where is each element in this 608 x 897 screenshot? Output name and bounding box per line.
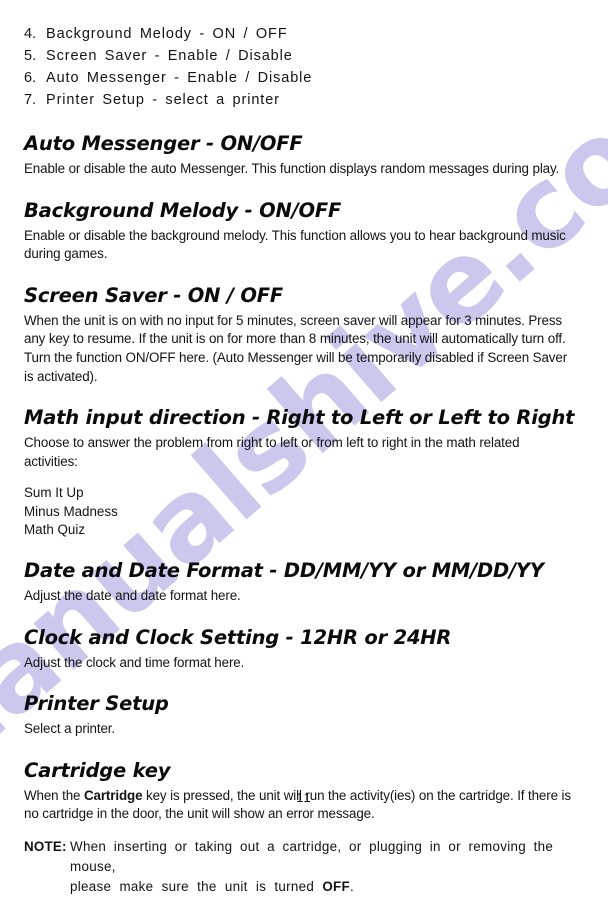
paragraph-clock-setting: Adjust the clock and time format here. xyxy=(24,654,245,670)
paragraph-auto-messenger: Enable or disable the auto Messenger. Th… xyxy=(24,161,560,176)
note-text-before: please make sure the unit is turned xyxy=(70,878,323,894)
heading-math-input-direction: Math input direction - Right to Left or … xyxy=(24,406,575,430)
list-item-number: 5. xyxy=(24,48,37,64)
list-item: Math Quiz xyxy=(24,521,86,537)
list-item: 6. Auto Messenger - Enable / Disable xyxy=(24,68,576,89)
paragraph-date-format: Adjust the date and date format here. xyxy=(24,587,241,603)
note-body: When inserting or taking out a cartridge… xyxy=(70,837,576,897)
heading-screen-saver: Screen Saver - ON / OFF xyxy=(24,283,283,307)
math-activity-list: Sum It Up Minus Madness Math Quiz xyxy=(24,484,576,539)
paragraph-math-input-direction: Choose to answer the problem from right … xyxy=(24,435,520,469)
note-keyword-off: OFF xyxy=(322,878,351,894)
list-item-number: 7. xyxy=(24,92,37,108)
paragraph-background-melody: Enable or disable the background melody.… xyxy=(24,227,566,262)
heading-auto-messenger: Auto Messenger - ON/OFF xyxy=(24,132,303,155)
list-item-label: Screen Saver - Enable / Disable xyxy=(46,48,293,64)
page-content: 4. Background Melody - ON / OFF 5. Scree… xyxy=(24,0,576,897)
note-label: NOTE: xyxy=(24,838,67,854)
note-text-after: . xyxy=(350,878,355,894)
heading-cartridge-key: Cartridge key xyxy=(24,758,171,782)
list-item-number: 4. xyxy=(24,26,37,42)
note-line-1: When inserting or taking out a cartridge… xyxy=(70,838,554,874)
list-item: 5. Screen Saver - Enable / Disable xyxy=(24,46,576,67)
list-item: Sum It Up xyxy=(24,485,84,501)
heading-clock-setting: Clock and Clock Setting - 12HR or 24HR xyxy=(24,625,452,649)
paragraph-screen-saver: When the unit is on with no input for 5 … xyxy=(24,312,568,384)
heading-printer-setup: Printer Setup xyxy=(24,692,169,716)
list-item: 4. Background Melody - ON / OFF xyxy=(24,24,576,45)
list-item: Minus Madness xyxy=(24,503,118,519)
list-item: 7. Printer Setup - select a printer xyxy=(24,90,576,111)
note-line-2: please make sure the unit is turned OFF. xyxy=(70,877,576,897)
list-item-label: Background Melody - ON / OFF xyxy=(46,26,288,42)
note-block: NOTE: When inserting or taking out a car… xyxy=(24,837,576,897)
settings-numbered-list: 4. Background Melody - ON / OFF 5. Scree… xyxy=(24,0,576,111)
heading-background-melody: Background Melody - ON/OFF xyxy=(24,198,342,222)
page-number: 11 xyxy=(296,790,312,805)
list-item-label: Auto Messenger - Enable / Disable xyxy=(46,70,313,86)
paragraph-printer-setup: Select a printer. xyxy=(24,721,116,737)
heading-date-format: Date and Date Format - DD/MM/YY or MM/DD… xyxy=(24,558,544,582)
list-item-number: 6. xyxy=(24,70,37,86)
list-item-label: Printer Setup - select a printer xyxy=(46,92,280,108)
